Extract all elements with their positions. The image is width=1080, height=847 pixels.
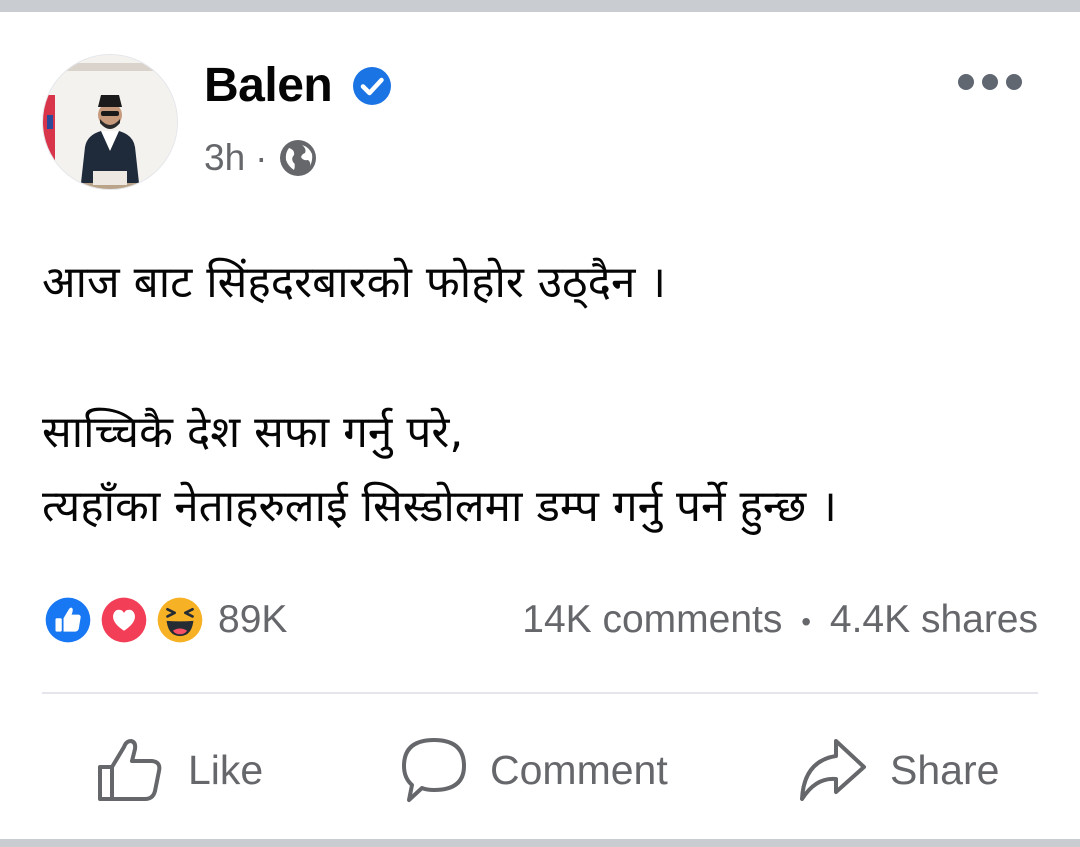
verified-badge-icon — [353, 67, 391, 105]
shares-count[interactable]: 4.4K shares — [830, 598, 1038, 641]
comment-label: Comment — [490, 746, 668, 793]
like-label: Like — [188, 746, 264, 793]
share-button[interactable]: Share — [798, 730, 999, 810]
meta-separator: · — [255, 137, 268, 178]
post-text-line: साच्चिकै देश सफा गर्नु परे, — [42, 407, 464, 458]
post-text-line: त्यहाँका नेताहरुलाई सिस्डोलमा डम्प गर्नु… — [42, 481, 837, 532]
engagement-separator: • — [801, 605, 812, 637]
engagement-summary: 14K comments • 4.4K shares — [522, 598, 1038, 642]
post-meta: 3h · — [204, 134, 319, 182]
comment-button[interactable]: Comment — [400, 730, 668, 810]
profile-photo — [43, 55, 177, 189]
feed-background-top — [0, 0, 1080, 12]
post-timestamp[interactable]: 3h — [204, 137, 245, 179]
comments-count[interactable]: 14K comments — [522, 598, 782, 641]
more-options-icon[interactable] — [958, 64, 1022, 100]
divider — [42, 692, 1038, 694]
globe-icon[interactable] — [277, 137, 319, 179]
thumbs-up-icon — [98, 739, 162, 801]
reaction-icons[interactable] — [40, 592, 210, 648]
reaction-count[interactable]: 89K — [218, 598, 287, 642]
like-button[interactable]: Like — [96, 730, 263, 810]
post-text-line: आज बाट सिंहदरबारको फोहोर उठ्दैन । — [42, 257, 667, 308]
feed-background-bottom — [0, 839, 1080, 847]
share-label: Share — [890, 746, 1000, 793]
more-dot — [958, 74, 974, 90]
love-reaction-icon — [96, 592, 152, 648]
more-dot — [1006, 74, 1022, 90]
author-name[interactable]: Balen — [204, 58, 333, 113]
like-reaction-icon — [40, 592, 96, 648]
haha-reaction-icon — [152, 592, 208, 648]
comment-icon — [402, 738, 466, 802]
more-dot — [982, 74, 998, 90]
share-arrow-icon — [800, 739, 866, 801]
avatar[interactable] — [42, 54, 178, 190]
